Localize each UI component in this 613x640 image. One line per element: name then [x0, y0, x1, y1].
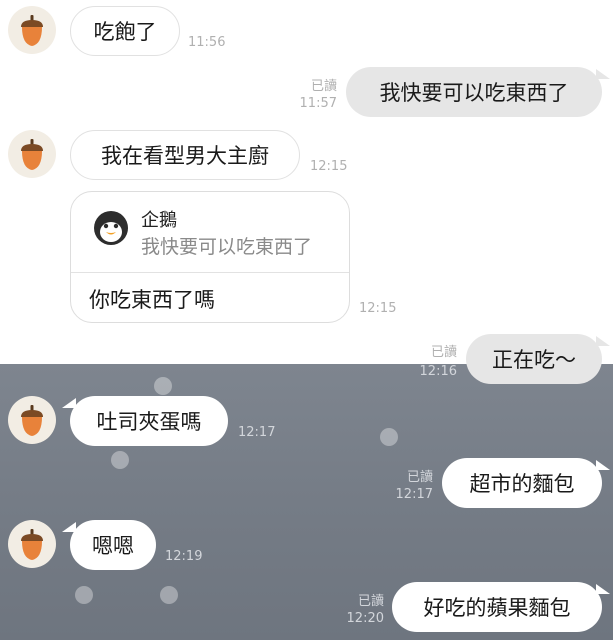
bubble-tail [596, 69, 610, 79]
contact-avatar[interactable] [8, 6, 56, 54]
reply-text: 你吃東西了嗎 [89, 288, 215, 312]
message-time: 11:56 [188, 35, 226, 50]
penguin-icon [94, 211, 128, 245]
message-bubble[interactable]: 我快要可以吃東西了 [346, 67, 602, 117]
message-time: 12:17 [238, 425, 276, 440]
acorn-icon [21, 139, 43, 170]
quoted-reply-bubble[interactable]: 企鵝 我快要可以吃東西了 你吃東西了嗎 [70, 191, 350, 323]
acorn-icon [21, 405, 43, 436]
message-time: 12:16 [419, 364, 457, 379]
message-bubble[interactable]: 正在吃～ [466, 334, 602, 384]
message-bubble[interactable]: 好吃的蘋果麵包 [392, 582, 602, 632]
read-receipt: 已讀 [357, 594, 384, 609]
bubble-tail [596, 460, 610, 470]
message-bubble[interactable]: 吃飽了 [70, 6, 180, 56]
wallpaper-bubble [75, 586, 93, 604]
message-bubble[interactable]: 嗯嗯 [70, 520, 156, 570]
contact-avatar[interactable] [8, 130, 56, 178]
message-bubble[interactable]: 吐司夾蛋嗎 [70, 396, 228, 446]
read-receipt: 已讀 [310, 79, 337, 94]
acorn-icon [21, 529, 43, 560]
contact-avatar[interactable] [8, 520, 56, 568]
quoted-avatar [93, 210, 129, 246]
wallpaper-bubble [154, 377, 172, 395]
wallpaper-bubble [160, 586, 178, 604]
quoted-message-text: 我快要可以吃東西了 [141, 236, 313, 258]
quoted-sender-name: 企鵝 [141, 210, 177, 231]
message-time: 12:20 [346, 611, 384, 626]
message-bubble[interactable]: 超市的麵包 [442, 458, 602, 508]
wallpaper-bubble [380, 428, 398, 446]
message-time: 12:19 [165, 549, 203, 564]
read-receipt: 已讀 [406, 470, 433, 485]
message-time: 12:15 [359, 301, 397, 316]
quote-divider [71, 272, 349, 273]
contact-avatar[interactable] [8, 396, 56, 444]
message-time: 12:17 [395, 487, 433, 502]
bubble-tail [596, 336, 610, 346]
read-receipt: 已讀 [430, 345, 457, 360]
bubble-tail [596, 584, 610, 594]
message-time: 11:57 [299, 96, 337, 111]
message-bubble[interactable]: 我在看型男大主廚 [70, 130, 300, 180]
message-time: 12:15 [310, 159, 348, 174]
wallpaper-bubble [111, 451, 129, 469]
acorn-icon [21, 15, 43, 46]
